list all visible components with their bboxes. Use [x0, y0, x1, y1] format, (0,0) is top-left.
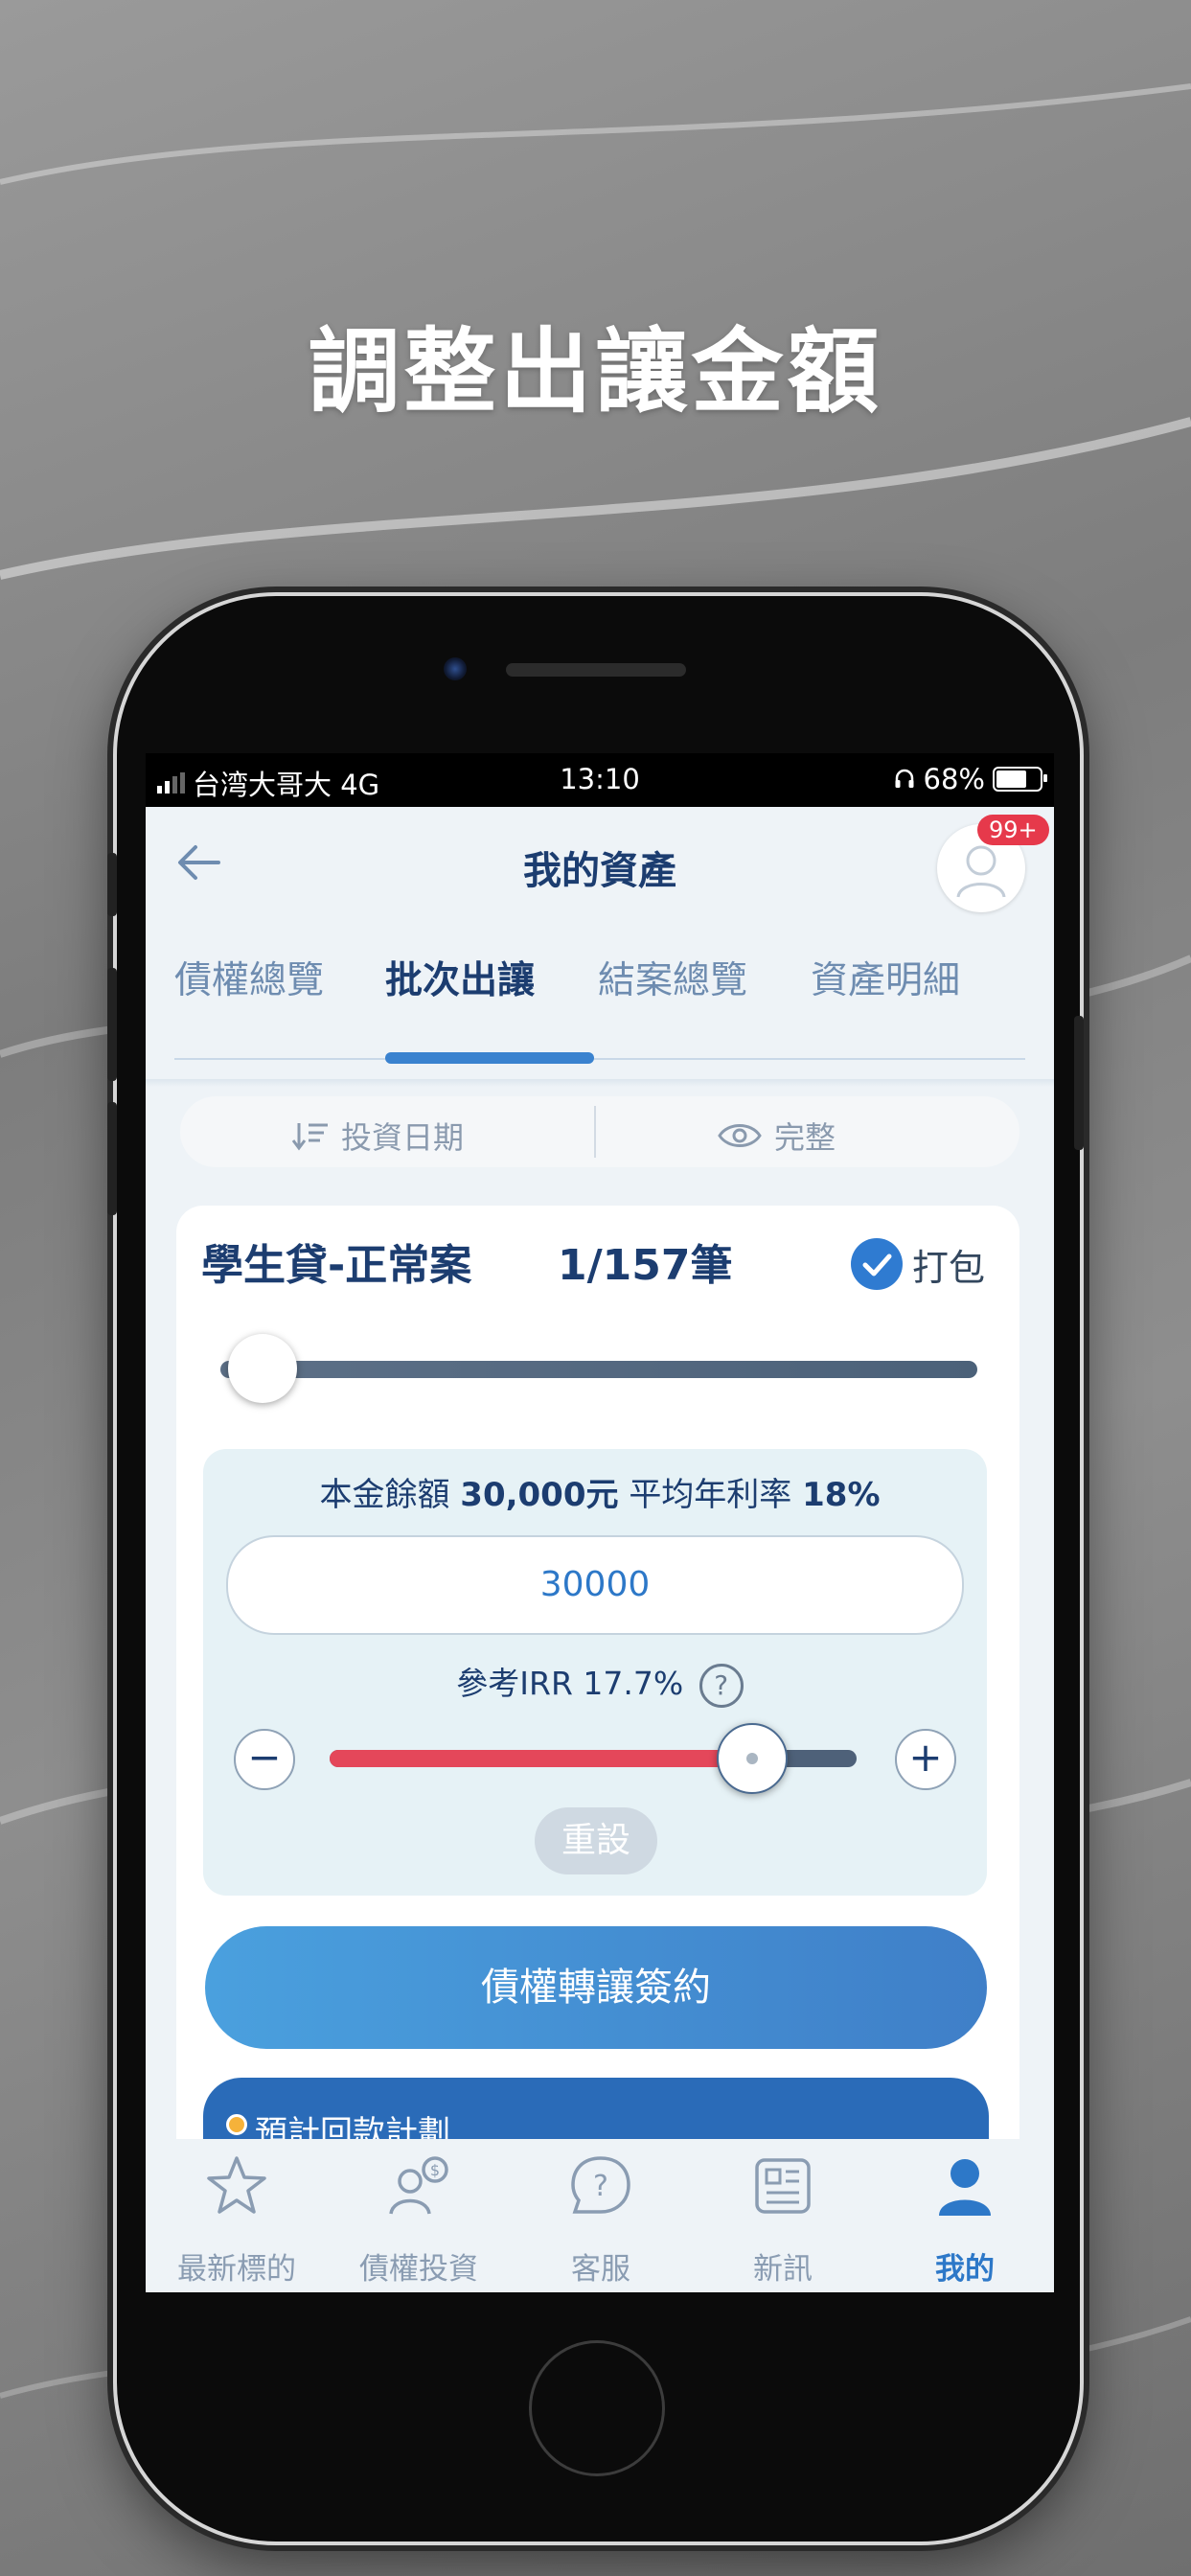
tab-bar: 債權總覽 批次出讓 結案總覽 資產明細 — [174, 951, 1025, 1037]
app-header: 我的資產 99+ — [146, 807, 1054, 918]
volume-up-button — [107, 968, 117, 1081]
promo-headline: 調整出讓金額 — [308, 318, 883, 426]
filter-bar: 投資日期 完整 — [180, 1096, 1019, 1167]
amount-slider-handle[interactable] — [717, 1723, 788, 1794]
sort-label: 投資日期 — [341, 1119, 465, 1156]
power-button — [1074, 1016, 1084, 1150]
irr-row: 參考IRR 17.7% ? — [146, 1658, 1054, 1708]
principal-value: 30,000元 — [460, 1476, 619, 1514]
status-right: 68% — [893, 763, 1047, 795]
rate-label: 平均年利率 — [629, 1476, 792, 1514]
sort-by-date[interactable]: 投資日期 — [291, 1114, 464, 1158]
user-icon — [939, 2159, 991, 2216]
svg-text:?: ? — [593, 2170, 608, 2203]
tab-asset-details[interactable]: 資產明細 — [811, 951, 960, 1004]
home-button[interactable] — [529, 2340, 665, 2476]
eye-icon — [718, 1124, 762, 1147]
question-icon[interactable]: ? — [699, 1663, 744, 1708]
nav-news-label: 新訊 — [753, 2252, 813, 2287]
nav-invest[interactable]: $ 債權投資 — [328, 2139, 510, 2292]
tab-shadow — [146, 1079, 1054, 1087]
mute-switch — [107, 853, 117, 916]
sort-icon — [291, 1123, 328, 1151]
decrease-button[interactable]: − — [234, 1729, 295, 1790]
tab-divider — [174, 1058, 1025, 1060]
sign-transfer-button[interactable]: 債權轉讓簽約 — [205, 1926, 987, 2049]
front-camera — [444, 657, 467, 680]
filter-divider — [594, 1106, 596, 1158]
pack-label: 打包 — [912, 1247, 986, 1289]
pack-checkbox[interactable] — [851, 1238, 903, 1290]
nav-mine[interactable]: 我的 — [874, 2139, 1054, 2292]
battery-icon — [993, 767, 1047, 792]
status-bar: 台湾大哥大 4G 13:10 68% — [146, 753, 1054, 807]
phone-screen: 台湾大哥大 4G 13:10 68% 我的資產 99+ 債權總覽 批次出讓 結案… — [146, 753, 1054, 2292]
nav-latest[interactable]: 最新標的 — [146, 2139, 328, 2292]
tab-closed-overview[interactable]: 結案總覽 — [598, 951, 747, 1004]
nav-invest-label: 債權投資 — [359, 2252, 478, 2287]
star-icon — [207, 2156, 266, 2214]
nav-support[interactable]: ? 客服 — [510, 2139, 692, 2292]
principal-summary: 本金餘額 30,000元 平均年利率 18% — [146, 1468, 1054, 1515]
view-mode-toggle[interactable]: 完整 — [717, 1114, 836, 1158]
increase-button[interactable]: + — [895, 1729, 956, 1790]
nav-latest-label: 最新標的 — [177, 2252, 296, 2287]
tab-batch-transfer[interactable]: 批次出讓 — [385, 951, 535, 1004]
nav-support-label: 客服 — [571, 2252, 630, 2287]
volume-down-button — [107, 1102, 117, 1215]
active-tab-indicator — [385, 1052, 594, 1064]
bottom-nav: 最新標的 $ 債權投資 ? 客服 新訊 我的 — [146, 2139, 1054, 2292]
reset-button[interactable]: 重設 — [535, 1807, 657, 1874]
investor-dollar-icon: $ — [389, 2156, 448, 2215]
rate-value: 18% — [802, 1476, 881, 1514]
amount-input[interactable]: 30000 — [226, 1535, 964, 1635]
tab-debt-overview[interactable]: 債權總覽 — [174, 951, 324, 1004]
nav-news[interactable]: 新訊 — [692, 2139, 874, 2292]
count-slider-track[interactable] — [220, 1361, 977, 1378]
principal-label: 本金餘額 — [319, 1476, 450, 1514]
bullet-dot-icon — [226, 2114, 247, 2135]
notification-badge: 99+ — [977, 815, 1049, 845]
svg-text:$: $ — [430, 2161, 440, 2179]
loan-category-title: 學生貸-正常案 — [201, 1241, 472, 1290]
selected-count: 1/157筆 — [558, 1241, 733, 1290]
earpiece-speaker — [506, 663, 686, 677]
irr-label: 參考IRR 17.7% — [456, 1665, 684, 1702]
count-slider-handle[interactable] — [228, 1334, 297, 1403]
help-bubble-icon: ? — [571, 2156, 630, 2214]
view-label: 完整 — [774, 1119, 836, 1156]
nav-mine-label: 我的 — [935, 2252, 995, 2287]
news-icon — [755, 2158, 811, 2214]
battery-percent: 68% — [923, 763, 985, 795]
check-icon — [862, 1254, 892, 1276]
amount-slider-fill — [330, 1750, 751, 1767]
page-title: 我的資產 — [523, 849, 676, 893]
headphones-icon — [895, 769, 914, 788]
